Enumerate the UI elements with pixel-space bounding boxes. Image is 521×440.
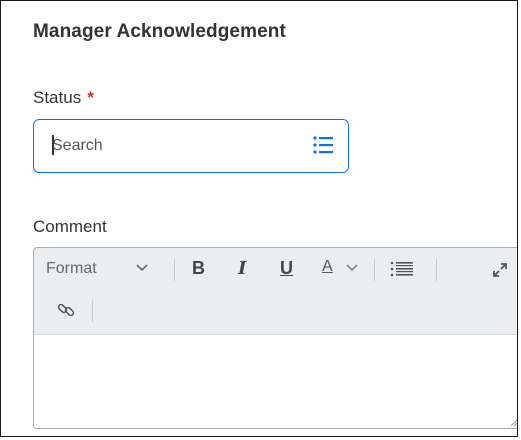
font-color-button[interactable]: A (322, 258, 333, 276)
status-search-box[interactable] (33, 119, 349, 173)
chevron-down-icon[interactable] (134, 260, 150, 276)
toolbar-divider (174, 259, 175, 281)
editor-toolbar: Format B I U A (34, 248, 517, 335)
comment-label: Comment (33, 217, 107, 236)
section-title: Manager Acknowledgement (33, 21, 286, 42)
text-cursor (52, 135, 54, 155)
format-dropdown[interactable]: Format (46, 260, 97, 278)
status-search-input[interactable] (52, 134, 292, 158)
expand-icon[interactable] (492, 262, 508, 278)
bulleted-list-icon[interactable] (390, 260, 414, 278)
resize-grip-icon[interactable] (510, 419, 518, 427)
manager-acknowledgement-panel: Manager Acknowledgement Status* Comment … (0, 0, 518, 437)
list-icon[interactable] (312, 134, 334, 156)
toolbar-divider (92, 300, 93, 322)
status-label-text: Status (33, 88, 82, 107)
toolbar-divider (436, 259, 437, 281)
toolbar-divider (374, 259, 375, 281)
comment-text-area[interactable] (34, 335, 518, 428)
comment-rich-text-editor: Format B I U A (33, 247, 518, 429)
status-label: Status * (33, 88, 94, 108)
underline-button[interactable]: U (280, 258, 293, 279)
bold-button[interactable]: B (192, 258, 205, 279)
required-marker: * (87, 88, 94, 107)
italic-button[interactable]: I (238, 258, 246, 279)
link-icon[interactable] (56, 300, 76, 320)
chevron-down-icon[interactable] (344, 260, 360, 276)
